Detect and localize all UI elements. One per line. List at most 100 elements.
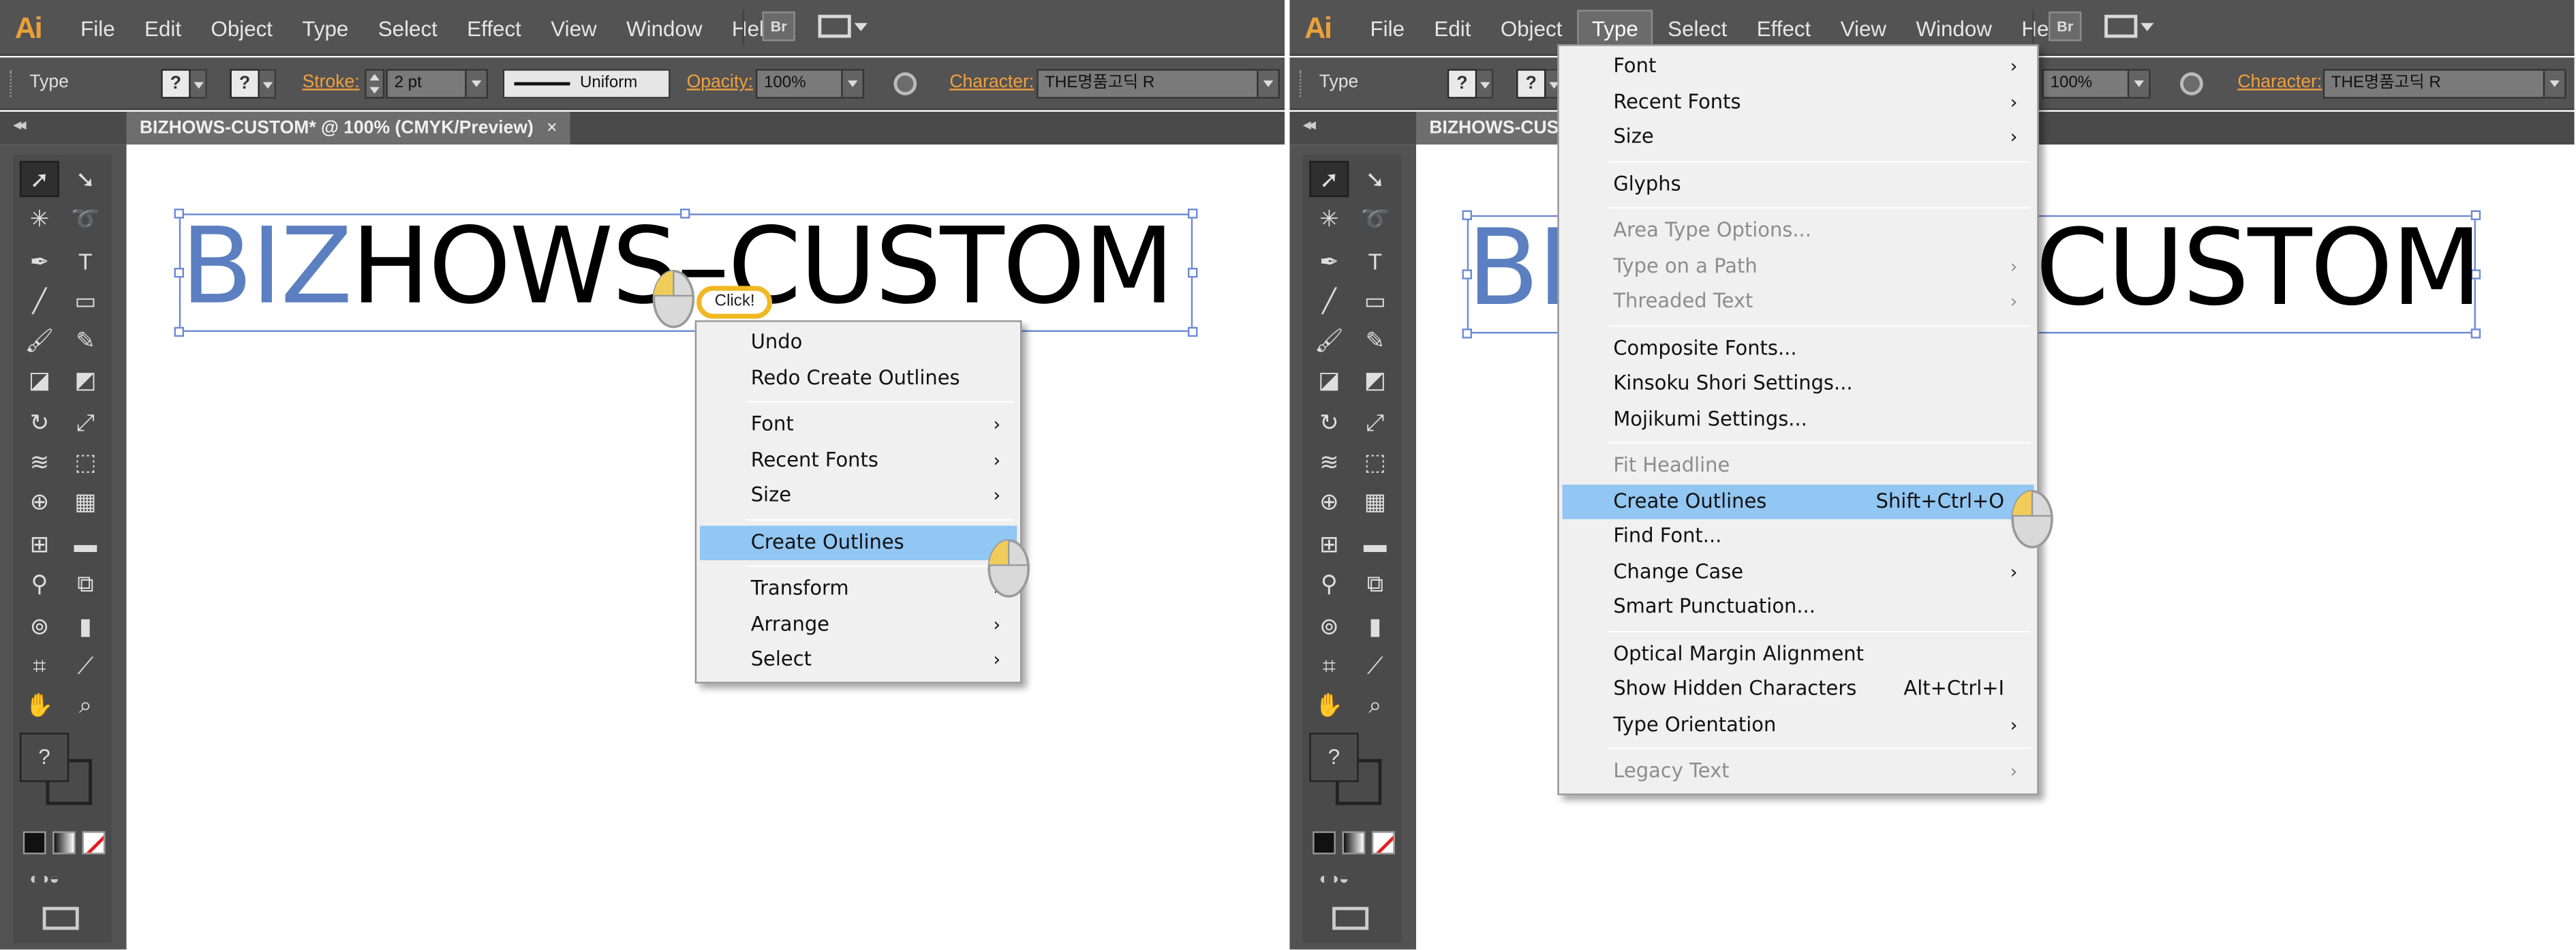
menu-type[interactable]: Type	[288, 9, 363, 46]
menu-select[interactable]: Select	[363, 9, 453, 46]
brush-definition-dropdown[interactable]: Uniform	[502, 69, 671, 99]
menu-view[interactable]: View	[536, 9, 612, 46]
type-menu-item-change-case[interactable]: Change Case ›	[1563, 555, 2034, 590]
font-family-field[interactable]: THE명품고딕 R	[2322, 69, 2566, 99]
opacity-field[interactable]: 100%	[755, 69, 865, 99]
menu-file[interactable]: File	[1355, 9, 1420, 46]
blend-tool-icon[interactable]: ⧉	[65, 565, 105, 601]
stroke-spinner[interactable]	[365, 69, 385, 99]
color-mode-icon[interactable]	[1313, 831, 1336, 855]
bridge-icon[interactable]: Br	[762, 11, 795, 42]
fill-stroke-control[interactable]: ?	[19, 733, 99, 812]
pen-tool-icon[interactable]: ✒	[20, 243, 59, 279]
type-menu-item-optical-margin[interactable]: Optical Margin Alignment	[1563, 637, 2034, 672]
panel-grip-icon[interactable]	[10, 70, 14, 97]
artwork-text-visible[interactable]: CUSTOM	[2036, 217, 2482, 322]
pencil-tool-icon[interactable]: ✎	[1355, 322, 1395, 358]
eyedropper-tool-icon[interactable]: ⚲	[1309, 565, 1349, 601]
lasso-tool-icon[interactable]: ➰	[65, 200, 105, 236]
rotate-tool-icon[interactable]: ↻	[1309, 404, 1349, 440]
eraser-tool-icon[interactable]: ◩	[1355, 361, 1395, 397]
draw-mode-icon[interactable]: ◐◑◒	[1319, 871, 1385, 891]
symbol-sprayer-tool-icon[interactable]: ⊚	[1309, 608, 1349, 644]
hand-tool-icon[interactable]: ✋	[1309, 687, 1349, 723]
document-tab[interactable]: BIZHOWS-CUSTOM* @ 100% (CMYK/Preview) ×	[126, 111, 570, 145]
magic-wand-tool-icon[interactable]: ✳	[1309, 200, 1349, 236]
line-tool-icon[interactable]: ╱	[20, 283, 59, 319]
workspace-switcher-icon[interactable]	[2104, 12, 2154, 41]
hand-tool-icon[interactable]: ✋	[20, 687, 59, 723]
type-menu-item-mojikumi[interactable]: Mojikumi Settings...	[1563, 401, 2034, 437]
recolor-globe-icon[interactable]	[893, 72, 917, 95]
bridge-icon[interactable]: Br	[2049, 11, 2082, 42]
shape-builder-tool-icon[interactable]: ⊕	[1309, 483, 1349, 519]
context-menu-item[interactable]: Recent Fonts ›	[700, 443, 1017, 478]
type-menu-item-smart-punctuation[interactable]: Smart Punctuation...	[1563, 589, 2034, 625]
menu-edit[interactable]: Edit	[129, 9, 196, 46]
none-mode-icon[interactable]	[82, 831, 106, 855]
menu-edit[interactable]: Edit	[1420, 9, 1486, 46]
blend-tool-icon[interactable]: ⧉	[1355, 565, 1395, 601]
paintbrush-tool-icon[interactable]: 🖌	[20, 322, 59, 358]
free-transform-tool-icon[interactable]: ⬚	[1355, 444, 1395, 480]
menu-window[interactable]: Window	[611, 9, 717, 46]
color-mode-icon[interactable]	[22, 831, 46, 855]
type-menu-item-glyphs[interactable]: Glyphs	[1563, 167, 2034, 202]
zoom-tool-icon[interactable]: ⌕	[1355, 687, 1395, 723]
resize-handle[interactable]	[1187, 267, 1198, 278]
fill-stroke-control[interactable]: ?	[1309, 733, 1388, 812]
panel-grip-icon[interactable]	[1299, 70, 1304, 97]
gradient-tool-icon[interactable]: ▬	[1355, 525, 1395, 562]
menu-view[interactable]: View	[1826, 9, 1901, 46]
column-graph-tool-icon[interactable]: ▮	[65, 608, 105, 644]
perspective-grid-tool-icon[interactable]: ▦	[1355, 483, 1395, 519]
screen-mode-icon[interactable]	[1332, 906, 1369, 930]
slice-tool-icon[interactable]: ⟋	[1355, 647, 1395, 684]
direct-selection-tool-icon[interactable]: ➘	[65, 161, 105, 197]
type-menu-item-composite-fonts[interactable]: Composite Fonts...	[1563, 331, 2034, 367]
menu-window[interactable]: Window	[1901, 9, 2007, 46]
menu-type-active[interactable]: Type	[1577, 9, 1653, 47]
artboard-tool-icon[interactable]: ⌗	[20, 647, 59, 684]
fill-swatch[interactable]: ?	[161, 67, 210, 100]
rectangle-tool-icon[interactable]: ▭	[65, 283, 105, 319]
font-family-field[interactable]: THE명품고딕 R	[1037, 69, 1280, 99]
pen-tool-icon[interactable]: ✒	[1309, 243, 1349, 279]
context-menu-item[interactable]: Arrange ›	[700, 607, 1017, 643]
selection-tool-icon[interactable]: ➚	[1309, 161, 1349, 198]
context-menu-item[interactable]: Font ›	[700, 408, 1017, 443]
menu-object[interactable]: Object	[1486, 9, 1577, 46]
context-menu-item[interactable]: Transform›	[700, 572, 1017, 607]
gradient-tool-icon[interactable]: ▬	[65, 525, 105, 562]
toolbox-header[interactable]: ◂◂	[0, 111, 127, 145]
blob-brush-tool-icon[interactable]: ◪	[1309, 361, 1349, 397]
scale-tool-icon[interactable]: ⤢	[65, 404, 105, 440]
menu-effect[interactable]: Effect	[453, 9, 536, 46]
gradient-mode-icon[interactable]	[1342, 831, 1366, 855]
free-transform-tool-icon[interactable]: ⬚	[65, 444, 105, 480]
type-menu-item-font[interactable]: Font ›	[1563, 49, 2034, 85]
scale-tool-icon[interactable]: ⤢	[1355, 404, 1395, 440]
artboard-tool-icon[interactable]: ⌗	[1309, 647, 1349, 684]
resize-handle[interactable]	[1187, 209, 1198, 219]
rotate-tool-icon[interactable]: ↻	[20, 404, 59, 440]
type-menu-item-show-hidden-characters[interactable]: Show Hidden Characters Alt+Ctrl+I	[1563, 672, 2034, 707]
stroke-weight-field[interactable]: 2 pt	[386, 69, 488, 99]
gradient-mode-icon[interactable]	[52, 831, 76, 855]
lasso-tool-icon[interactable]: ➰	[1355, 200, 1395, 236]
type-menu-item-type-orientation[interactable]: Type Orientation ›	[1563, 707, 2034, 743]
menu-file[interactable]: File	[65, 9, 129, 46]
rectangle-tool-icon[interactable]: ▭	[1355, 283, 1395, 319]
type-tool-icon[interactable]: T	[65, 243, 105, 279]
width-tool-icon[interactable]: ≋	[20, 444, 59, 480]
eyedropper-tool-icon[interactable]: ⚲	[20, 565, 59, 601]
eraser-tool-icon[interactable]: ◩	[65, 361, 105, 397]
menu-select[interactable]: Select	[1653, 9, 1742, 46]
context-menu-item[interactable]: Undo	[700, 325, 1017, 361]
shape-builder-tool-icon[interactable]: ⊕	[20, 483, 59, 519]
perspective-grid-tool-icon[interactable]: ▦	[65, 483, 105, 519]
mesh-tool-icon[interactable]: ⊞	[1309, 525, 1349, 562]
context-menu-item[interactable]: Size ›	[700, 478, 1017, 514]
pencil-tool-icon[interactable]: ✎	[65, 322, 105, 358]
screen-mode-icon[interactable]	[42, 906, 79, 930]
